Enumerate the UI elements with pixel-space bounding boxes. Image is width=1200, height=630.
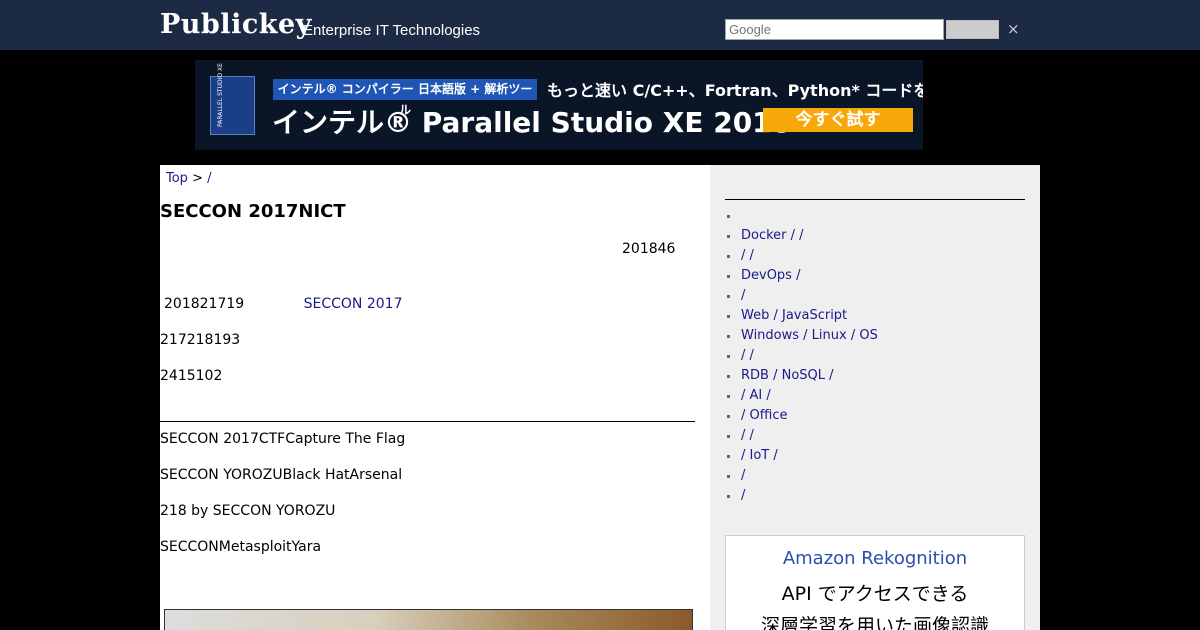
banner-cta-button[interactable]: 今すぐ試す xyxy=(763,108,913,132)
category-item[interactable]: / / xyxy=(725,346,878,366)
category-item[interactable]: / / xyxy=(725,426,878,446)
article-title: SECCON 2017NICT xyxy=(160,201,346,222)
category-item[interactable]: RDB / NoSQL / xyxy=(725,366,878,386)
article-paragraph: SECCONMetasploitYara xyxy=(160,539,322,555)
breadcrumb-category-link[interactable]: / xyxy=(207,171,211,186)
breadcrumb-top-link[interactable]: Top xyxy=(166,171,188,186)
category-item[interactable]: / xyxy=(725,286,878,306)
sidebar-divider xyxy=(725,199,1025,200)
category-item[interactable] xyxy=(725,206,878,226)
seccon-link[interactable]: SECCON 2017 xyxy=(304,296,403,312)
banner-product: インテル® Parallel Studio XE 2018 xyxy=(272,106,792,139)
divider xyxy=(160,421,695,422)
article-paragraph: 2415102 xyxy=(160,368,223,384)
category-item[interactable]: / xyxy=(725,466,878,486)
category-item[interactable]: DevOps / xyxy=(725,266,878,286)
category-item[interactable]: Windows / Linux / OS xyxy=(725,326,878,346)
article-paragraph: SECCON 2017CTFCapture The Flag xyxy=(160,431,406,447)
ad-banner[interactable]: PARALLEL STUDIO XE インテル® コンパイラー 日本語版 + 解… xyxy=(195,60,923,150)
article-photo xyxy=(164,609,693,630)
product-box-label: PARALLEL STUDIO XE xyxy=(217,63,224,127)
banner-headline: もっと速い C/C++、Fortran、Python* コードを開発 xyxy=(547,81,923,100)
sidebar: Docker / / / / DevOps / / Web / JavaScri… xyxy=(710,165,1040,630)
sidebar-ad-line: 深層学習を用いた画像認識 xyxy=(760,615,989,630)
article-paragraph: SECCON YOROZUBlack HatArsenal xyxy=(160,467,403,483)
breadcrumb: Top > / xyxy=(166,171,212,186)
article-date: 201846 xyxy=(622,241,676,257)
article-main: Top > / SECCON 2017NICT 201846 201821719… xyxy=(160,165,710,630)
search-button[interactable] xyxy=(946,20,999,39)
category-item[interactable]: / / xyxy=(725,246,878,266)
article-paragraph: 217218193 xyxy=(160,332,241,348)
search-input[interactable] xyxy=(725,19,944,40)
category-item[interactable]: / xyxy=(725,486,878,506)
category-item[interactable]: / Office xyxy=(725,406,878,426)
site-header: Publickey Enterprise IT Technologies × xyxy=(0,0,1200,50)
sidebar-ad-title: Amazon Rekognition xyxy=(782,548,968,569)
category-list: Docker / / / / DevOps / / Web / JavaScri… xyxy=(725,206,878,506)
paragraph-text: 201821719 xyxy=(164,296,245,312)
category-item[interactable]: / AI / xyxy=(725,386,878,406)
site-logo[interactable]: Publickey xyxy=(160,9,312,40)
category-item[interactable]: Web / JavaScript xyxy=(725,306,878,326)
article-paragraph: 218 by SECCON YOROZU xyxy=(160,503,336,519)
site-tagline: Enterprise IT Technologies xyxy=(303,22,481,39)
banner-tag: インテル® コンパイラー 日本語版 + 解析ツール xyxy=(273,79,537,117)
product-box-image: PARALLEL STUDIO XE xyxy=(210,63,255,135)
breadcrumb-separator: > xyxy=(187,171,208,186)
category-item[interactable]: / IoT / xyxy=(725,446,878,466)
close-icon[interactable]: × xyxy=(1007,20,1020,38)
sidebar-ad-line: API でアクセスできる xyxy=(781,583,969,605)
sidebar-ad[interactable]: Amazon Rekognition API でアクセスできる 深層学習を用いた… xyxy=(725,535,1025,630)
article-paragraph: 201821719 SECCON 2017 xyxy=(164,296,402,312)
category-item[interactable]: Docker / / xyxy=(725,226,878,246)
